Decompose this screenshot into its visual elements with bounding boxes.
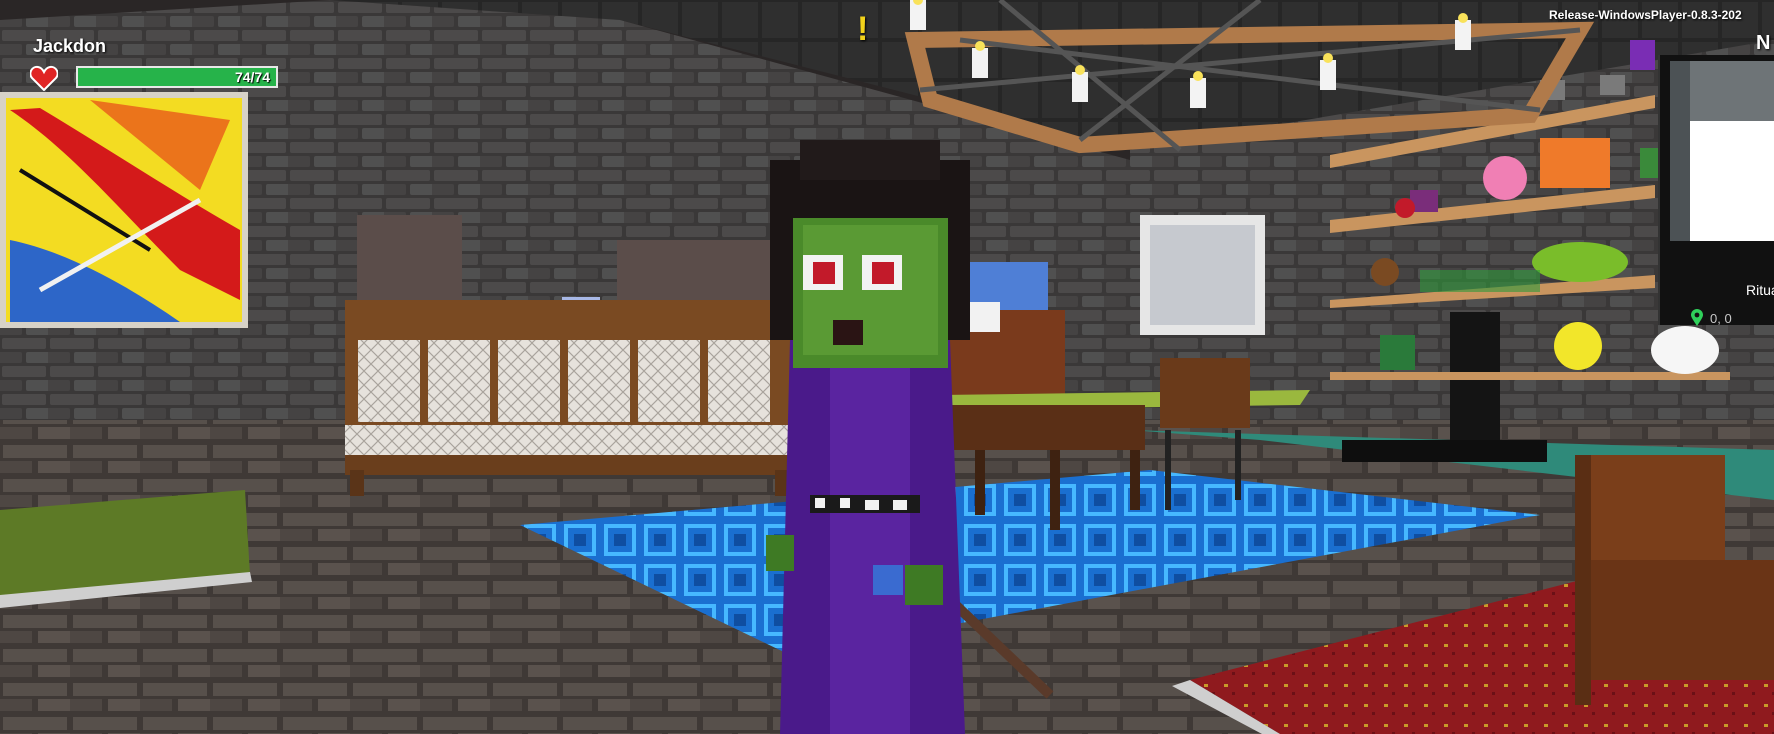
map-pin-icon <box>1691 309 1703 326</box>
location-name: Ritua <box>1746 282 1774 298</box>
build-version-label: Release-WindowsPlayer-0.8.3-202 <box>1549 8 1742 22</box>
player-name: Jackdon <box>33 36 107 56</box>
player-coordinates: 0, 0 <box>1710 311 1732 326</box>
minimap-room <box>1690 121 1774 241</box>
compass-north: N <box>1756 32 1771 54</box>
heart-icon <box>30 65 58 91</box>
health-value: 74/74 <box>234 69 270 85</box>
quest-marker[interactable]: ! <box>857 10 868 49</box>
player-avatar <box>766 140 970 734</box>
health-bar: 74/74 <box>76 66 278 88</box>
minimap-panel[interactable]: Ritua 0, 0 <box>1658 55 1774 326</box>
minimap-wall <box>1670 61 1690 241</box>
abstract-painting <box>0 92 248 328</box>
gothic-couch <box>345 300 790 496</box>
game-viewport[interactable] <box>0 0 1774 734</box>
minimap[interactable] <box>1670 61 1774 241</box>
